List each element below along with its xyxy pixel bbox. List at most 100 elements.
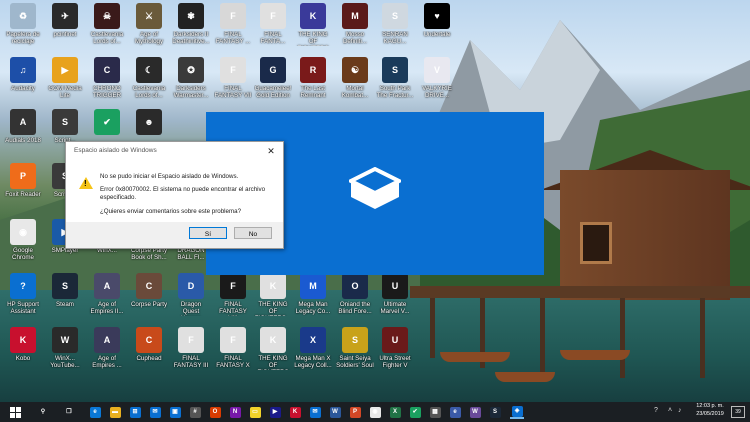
desktop-icon-label: Castlevania Lords of... [90, 31, 124, 45]
desktop-icon[interactable]: ♫ Audacity [4, 56, 42, 108]
desktop-icon[interactable]: A Age of Empires II... [88, 272, 126, 324]
desktop-icon[interactable]: ✾ Darksiders II Deathinitive... [172, 2, 210, 54]
desktop-icon-label: Kobo [15, 355, 31, 362]
taskbar-winrar-button[interactable]: W [468, 405, 482, 419]
taskbar-office-button[interactable]: O [208, 405, 222, 419]
taskbar-sandbox-button[interactable]: ◈ [510, 405, 524, 419]
taskbar-file-explorer-button[interactable]: ▬ [108, 405, 122, 419]
desktop-icon[interactable]: K THE KING OF FIGHTERS X... [294, 2, 332, 54]
desktop-icon-label: Darksiders II Deathinitive... [172, 31, 210, 45]
taskbar-steam-button[interactable]: S [488, 405, 502, 419]
desktop-icon[interactable]: S Saint Seiya Soldiers' Soul [336, 326, 374, 378]
dialog-titlebar[interactable]: Espacio aislado de Windows ✕ [66, 142, 283, 160]
taskbar-sticky-notes-button[interactable]: ▭ [248, 405, 262, 419]
app-icon: ♥ [424, 3, 450, 29]
taskbar-word-button[interactable]: W [328, 405, 342, 419]
desktop-icon[interactable]: S SENRAN KAGU... [376, 2, 414, 54]
desktop-icon[interactable]: ◉ Google Chrome [4, 218, 42, 270]
desktop-icon[interactable]: K THE KING OF FIGHTERS X... [254, 326, 292, 378]
taskbar-store-button[interactable]: ⊞ [128, 405, 142, 419]
app-icon: U [382, 327, 408, 353]
desktop-icon[interactable]: S Steam [46, 272, 84, 324]
desktop-icon[interactable]: F FINAL FANTASY VII [214, 56, 252, 108]
desktop-icon[interactable]: A Audials 2018 [4, 108, 42, 160]
desktop-icon[interactable]: ✈ pcinfinet [46, 2, 84, 54]
desktop-icon[interactable]: V VALKYRIE DRIVE... [418, 56, 456, 108]
app-icon: ? [10, 273, 36, 299]
taskbar-search-button[interactable]: ⚲ [36, 405, 50, 419]
desktop-icon[interactable]: P Foxit Reader [4, 162, 42, 214]
taskbar-mail-button[interactable]: ✉ [148, 405, 162, 419]
desktop-icon[interactable]: ⚔ Age of Mythology [130, 2, 168, 54]
desktop-icon[interactable]: U Ultimate Marvel V... [376, 272, 414, 324]
desktop-icon[interactable]: ? HP Support Assistant [4, 272, 42, 324]
desktop-icon[interactable]: F FINAL FANTASY ... [214, 2, 252, 54]
desktop-icon[interactable]: O Oniand the Blind Fore... [336, 272, 374, 324]
desktop-icon[interactable]: F FINAL FANTASY X [214, 326, 252, 378]
system-clock[interactable]: 12:03 p. m. 23/05/2019 [688, 403, 732, 418]
desktop-icon[interactable]: ☾ Castlevania Lords of... [130, 56, 168, 108]
taskbar-photos-button[interactable]: ▣ [168, 405, 182, 419]
taskbar-edge-button[interactable]: e [88, 405, 102, 419]
taskbar-excel-button[interactable]: X [388, 405, 402, 419]
app-icon: K [260, 273, 286, 299]
taskbar-greenshot-button[interactable]: ✔ [408, 405, 422, 419]
desktop-icon[interactable]: M Mega Man Legacy Co... [294, 272, 332, 324]
desktop-icon-label: Age of Empires II... [90, 301, 124, 315]
desktop-icon-label: Cuphead [136, 355, 162, 362]
desktop-icon-label: Audacity [11, 85, 35, 92]
desktop-icon[interactable]: R The Last Remnant [294, 56, 332, 108]
chevron-up-icon[interactable]: ˄ [668, 406, 672, 416]
desktop-icon[interactable]: M Mosso Definiti... [336, 2, 374, 54]
pier-post [620, 298, 625, 378]
app-icon: ☻ [136, 109, 162, 135]
mail-2-icon: ✉ [309, 406, 321, 418]
dialog-message-error: Error 0x80070002. El sistema no puede en… [100, 186, 266, 201]
desktop-icon[interactable]: ♥ Undertale [418, 2, 456, 54]
help-icon[interactable]: ? [654, 406, 658, 416]
close-icon[interactable]: ✕ [259, 142, 283, 160]
taskbar-gallery-button[interactable]: ▦ [428, 405, 442, 419]
app-icon: ⚔ [136, 3, 162, 29]
desktop-icon[interactable]: ▶ GOM Media Lite [46, 56, 84, 108]
desktop-icon[interactable]: K THE KING OF FIGHTERS... [254, 272, 292, 324]
desktop-icon[interactable]: D Dragon Quest Heroes [172, 272, 210, 324]
app-icon: F [178, 327, 204, 353]
desktop-icon[interactable]: F FINAL FANTASY VIII [214, 272, 252, 324]
desktop-icon[interactable]: C Corpse Party [130, 272, 168, 324]
no-button[interactable]: No [234, 227, 272, 239]
desktop-icon[interactable]: F FINAL FANTA... [254, 2, 292, 54]
app-icon: ♻ [10, 3, 36, 29]
desktop-icon[interactable]: C CHRONO TRIGGER [88, 56, 126, 108]
desktop-icon[interactable]: X Mega Man X Legacy Coll... [294, 326, 332, 378]
greenshot-icon: ✔ [409, 406, 421, 418]
desktop-icon[interactable]: G Guacamelee! Gold Edition [254, 56, 292, 108]
start-button[interactable] [8, 405, 22, 419]
taskbar-kobo-button[interactable]: K [288, 405, 302, 419]
desktop-icon[interactable]: U Ultra Street Fighter V [376, 326, 414, 378]
desktop-icon[interactable]: ☠ Castlevania Lords of... [88, 2, 126, 54]
clock-time: 12:03 p. m. [696, 403, 724, 409]
desktop-icon[interactable]: A Age of Empires ... [88, 326, 126, 378]
desktop-icon[interactable]: ♻ Papelera de reciclaje [4, 2, 42, 54]
taskbar-calculator-button[interactable]: # [188, 405, 202, 419]
sandbox-icon: ◈ [511, 405, 523, 417]
desktop-icon-label: South Park The Fractur... [376, 85, 414, 99]
desktop-icon[interactable]: ✪ Darksiders Warmaster... [172, 56, 210, 108]
desktop-icon[interactable]: S South Park The Fractur... [376, 56, 414, 108]
desktop-icon[interactable]: C Cuphead [130, 326, 168, 378]
taskbar-ie-button[interactable]: e [448, 405, 462, 419]
desktop-icon[interactable]: ☯ Mortal Kombat... [336, 56, 374, 108]
taskbar-onenote-button[interactable]: N [228, 405, 242, 419]
taskbar-mail-2-button[interactable]: ✉ [308, 405, 322, 419]
yes-button[interactable]: Sí [189, 227, 227, 239]
volume-icon[interactable]: ♪ [678, 406, 682, 416]
taskbar-powerpoint-button[interactable]: P [348, 405, 362, 419]
taskbar-chrome-button[interactable]: ◉ [368, 405, 382, 419]
notification-center-badge[interactable]: 39 [731, 406, 745, 418]
taskbar-media-button[interactable]: ▶ [268, 405, 282, 419]
desktop-icon[interactable]: W WinX... YouTube... [46, 326, 84, 378]
taskbar-task-view-button[interactable]: ❐ [62, 405, 76, 419]
desktop-icon[interactable]: K Kobo [4, 326, 42, 378]
desktop-icon[interactable]: F FINAL FANTASY III [172, 326, 210, 378]
